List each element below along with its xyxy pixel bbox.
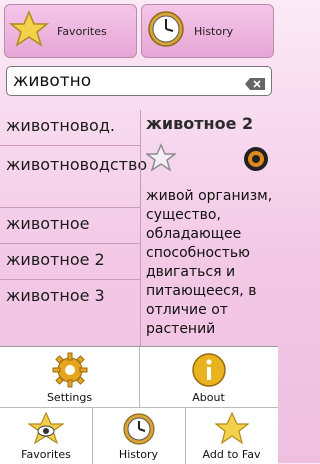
menu-separator <box>185 408 186 464</box>
about-menu-item[interactable]: About <box>139 347 278 408</box>
favorites-button[interactable]: Favorites <box>4 4 137 58</box>
menu-separator <box>92 408 93 464</box>
speaker-icon[interactable] <box>242 145 270 177</box>
search-input[interactable] <box>11 70 245 92</box>
star-icon <box>185 412 278 446</box>
history-menu-item[interactable]: History <box>92 408 185 464</box>
pane-divider <box>140 110 141 346</box>
star-icon <box>8 9 50 53</box>
list-item[interactable]: животное <box>0 208 140 244</box>
favorites-eye-icon <box>0 412 92 446</box>
favorites-menu-item[interactable]: Favorites <box>0 408 92 464</box>
entry-pane: животное 2 живой организм, существо, обл… <box>144 114 274 339</box>
star-outline-icon[interactable] <box>144 143 178 177</box>
list-item[interactable]: животное 2 <box>0 244 140 280</box>
list-item[interactable]: животноводство <box>0 146 147 208</box>
history-button-label: History <box>194 24 234 38</box>
menu-separator <box>139 347 140 408</box>
search-box <box>6 66 272 96</box>
history-menu-label: History <box>118 448 159 461</box>
history-button[interactable]: History <box>141 4 274 58</box>
add-to-fav-label: Add to Fav <box>202 448 261 461</box>
clear-icon[interactable] <box>245 75 265 90</box>
add-to-fav-menu-item[interactable]: Add to Fav <box>185 408 278 464</box>
top-toolbar: Favorites History <box>0 0 278 62</box>
settings-label: Settings <box>46 391 93 404</box>
entry-actions <box>144 143 274 183</box>
entry-definition: живой организм, существо, обладающее спо… <box>146 188 273 337</box>
settings-menu-item[interactable]: Settings <box>0 347 139 408</box>
favorites-button-label: Favorites <box>57 24 107 38</box>
entry-word: животное 2 <box>146 114 254 133</box>
search-bar <box>6 66 272 96</box>
clock-icon <box>92 412 185 446</box>
results-list: животновод. животноводство животное живо… <box>0 110 147 316</box>
options-menu: Settings About Favorites History Add to … <box>0 346 278 464</box>
clock-icon <box>146 9 186 53</box>
list-item[interactable]: животновод. <box>0 110 140 146</box>
favorites-menu-label: Favorites <box>21 448 71 461</box>
about-label: About <box>192 391 225 404</box>
list-item[interactable]: животное 3 <box>0 280 140 316</box>
info-icon <box>139 351 278 389</box>
gear-icon <box>0 351 139 389</box>
